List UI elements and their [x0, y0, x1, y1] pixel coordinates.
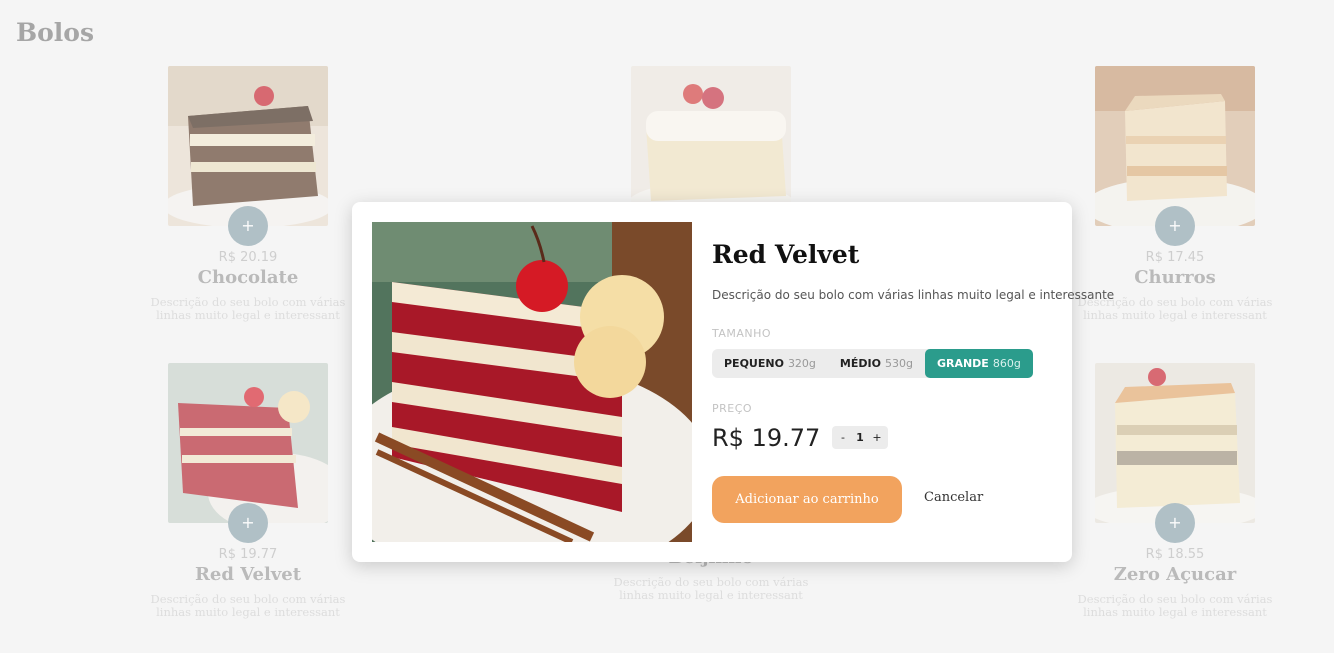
size-weight: 530g — [884, 357, 913, 370]
price-label: PREÇO — [712, 402, 753, 415]
quantity-increase-button[interactable]: + — [870, 431, 884, 444]
size-label: TAMANHO — [712, 327, 772, 340]
modal-description: Descrição do seu bolo com várias linhas … — [712, 288, 1115, 302]
modal-product-image — [372, 222, 692, 542]
quantity-value: 1 — [856, 431, 864, 444]
add-to-cart-button[interactable]: Adicionar ao carrinho — [712, 476, 902, 523]
size-name: GRANDE — [936, 357, 989, 370]
size-option-pequeno[interactable]: PEQUENO 320g — [712, 349, 828, 378]
quantity-stepper: - 1 + — [832, 426, 888, 449]
cancel-button[interactable]: Cancelar — [924, 490, 983, 505]
size-weight: 320g — [787, 357, 816, 370]
size-weight: 860g — [992, 357, 1021, 370]
size-selector: PEQUENO 320g MÉDIO 530g GRANDE 860g — [712, 349, 1033, 378]
size-option-grande[interactable]: GRANDE 860g — [924, 349, 1033, 378]
quantity-decrease-button[interactable]: - — [836, 431, 850, 444]
modal-title: Red Velvet — [712, 240, 860, 269]
red-velvet-cake-photo — [372, 222, 692, 542]
size-option-medio[interactable]: MÉDIO 530g — [828, 349, 925, 378]
product-modal: Red Velvet Descrição do seu bolo com vár… — [352, 202, 1114, 562]
size-name: MÉDIO — [839, 357, 881, 370]
modal-price: R$ 19.77 — [712, 424, 821, 452]
size-name: PEQUENO — [724, 357, 784, 370]
